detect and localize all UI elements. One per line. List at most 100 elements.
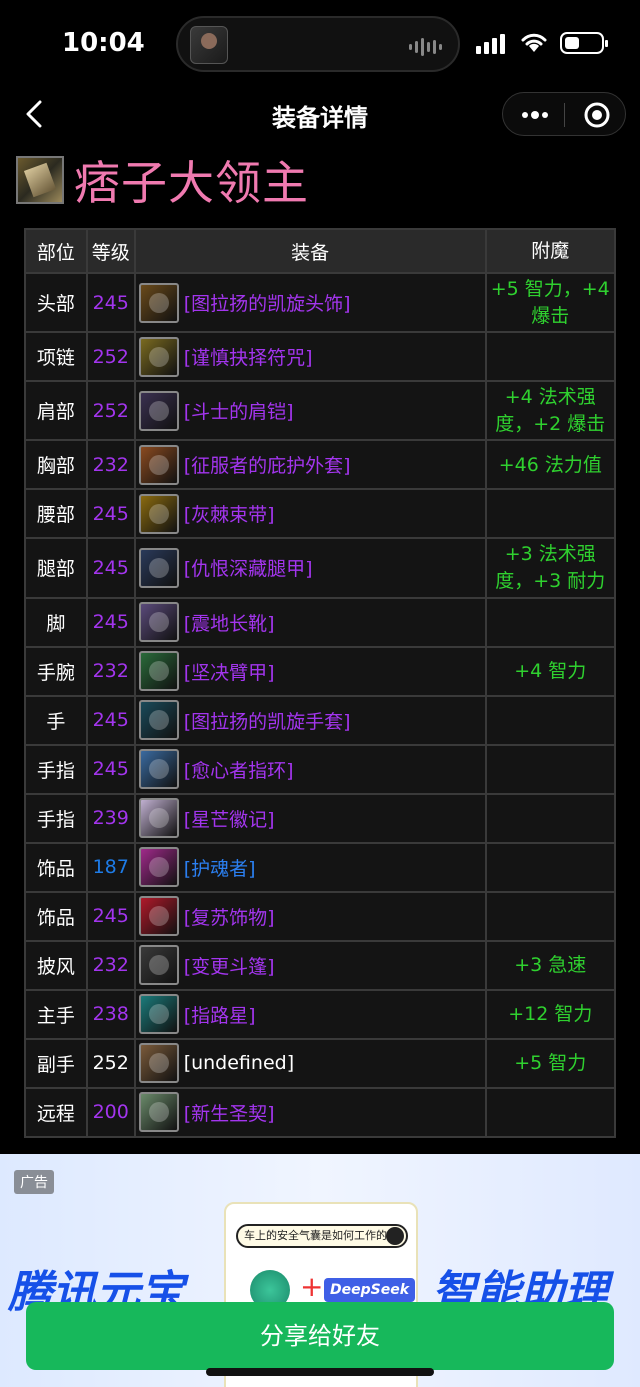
item-name[interactable]: [图拉扬的凯旋手套] (184, 707, 351, 734)
status-time: 10:04 (62, 28, 145, 58)
item-name[interactable]: [复苏饰物] (184, 903, 275, 930)
gear-enchant (484, 890, 617, 942)
gear-item-cell: [愈心者指环] (133, 743, 487, 795)
item-icon (138, 700, 179, 741)
gear-slot: 腰部 (24, 488, 88, 540)
gear-level: 238 (85, 988, 136, 1040)
gear-row: 饰品 187 [护魂者] (24, 841, 617, 893)
ad-label[interactable]: 广告 (14, 1170, 54, 1194)
status-bar: 10:04 (0, 0, 640, 88)
more-icon[interactable] (519, 103, 551, 127)
item-name[interactable]: [灰棘束带] (184, 500, 275, 527)
item-name[interactable]: [新生圣契] (184, 1099, 275, 1126)
search-icon (386, 1227, 404, 1245)
gear-row: 胸部 232 [征服者的庇护外套] +46 法力值 (24, 439, 617, 491)
item-name[interactable]: [护魂者] (184, 854, 256, 881)
gear-level: 245 (85, 271, 136, 334)
gear-enchant: +46 法力值 (484, 439, 617, 491)
gear-level: 232 (85, 939, 136, 991)
gear-item[interactable]: [灰棘束带] (136, 493, 485, 534)
gear-item[interactable]: [复苏饰物] (136, 896, 485, 937)
gear-enchant (484, 743, 617, 795)
gear-slot: 脚 (24, 596, 88, 648)
gear-slot: 主手 (24, 988, 88, 1040)
gear-item[interactable]: [图拉扬的凯旋手套] (136, 700, 485, 741)
gear-item[interactable]: [仇恨深藏腿甲] (136, 547, 485, 588)
deepseek-logo: DeepSeek (324, 1278, 416, 1302)
item-icon (138, 896, 179, 937)
mini-program-capsule (502, 92, 626, 136)
gear-item-cell: [震地长靴] (133, 596, 487, 648)
gear-item-cell: [复苏饰物] (133, 890, 487, 942)
gear-item-cell: [斗士的肩铠] (133, 380, 487, 442)
item-name[interactable]: [坚决臂甲] (184, 658, 275, 685)
gear-item[interactable]: [指路星] (136, 994, 485, 1035)
gear-item[interactable]: [变更斗篷] (136, 945, 485, 986)
gear-item[interactable]: [震地长靴] (136, 602, 485, 643)
gear-level: 245 (85, 488, 136, 540)
gear-item[interactable]: [坚决臂甲] (136, 651, 485, 692)
item-name[interactable]: [愈心者指环] (184, 756, 294, 783)
header-level: 等级 (85, 228, 136, 274)
capsule-divider (564, 103, 565, 127)
gear-item-cell: [护魂者] (133, 841, 487, 893)
gear-level: 239 (85, 792, 136, 844)
gear-slot: 腿部 (24, 537, 88, 599)
dynamic-island (176, 16, 460, 72)
gear-item[interactable]: [护魂者] (136, 847, 485, 888)
gear-level: 252 (85, 331, 136, 383)
close-mini-program-icon[interactable] (583, 101, 611, 129)
item-name[interactable]: [图拉扬的凯旋头饰] (184, 289, 351, 316)
gear-item[interactable]: [愈心者指环] (136, 749, 485, 790)
table-header-row: 部位 等级 装备 附魔 (24, 228, 617, 274)
gear-enchant: +3 急速 (484, 939, 617, 991)
gear-row: 手腕 232 [坚决臂甲] +4 智力 (24, 645, 617, 697)
gear-row: 项链 252 [谨慎抉择符咒] (24, 331, 617, 383)
item-icon (138, 444, 179, 485)
item-name[interactable]: [星芒徽记] (184, 805, 275, 832)
gear-enchant (484, 1086, 617, 1138)
item-name[interactable]: [谨慎抉择符咒] (184, 343, 313, 370)
gear-slot: 手 (24, 694, 88, 746)
gear-item-cell: [undefined] (133, 1037, 487, 1089)
header-item: 装备 (133, 228, 487, 274)
plus-icon: + (300, 1270, 324, 1303)
gear-enchant: +5 智力，+4 爆击 (484, 271, 617, 334)
gear-enchant: +4 法术强度，+2 爆击 (484, 380, 617, 442)
gear-enchant (484, 841, 617, 893)
gear-level: 245 (85, 537, 136, 599)
gear-item[interactable]: [谨慎抉择符咒] (136, 336, 485, 377)
gear-item[interactable]: [图拉扬的凯旋头饰] (136, 282, 485, 323)
item-name[interactable]: [斗士的肩铠] (184, 397, 294, 424)
gear-item[interactable]: [征服者的庇护外套] (136, 444, 485, 485)
gear-item[interactable]: [新生圣契] (136, 1092, 485, 1133)
gear-level: 200 (85, 1086, 136, 1138)
item-name[interactable]: [征服者的庇护外套] (184, 451, 351, 478)
gear-item-cell: [新生圣契] (133, 1086, 487, 1138)
item-name[interactable]: [undefined] (184, 1052, 294, 1074)
item-name[interactable]: [仇恨深藏腿甲] (184, 554, 313, 581)
gear-enchant: +5 智力 (484, 1037, 617, 1089)
battery-icon (560, 32, 608, 54)
gear-item[interactable]: [undefined] (136, 1043, 485, 1084)
gear-item-cell: [图拉扬的凯旋头饰] (133, 271, 487, 334)
gear-row: 手 245 [图拉扬的凯旋手套] (24, 694, 617, 746)
gear-enchant (484, 331, 617, 383)
gear-level: 245 (85, 743, 136, 795)
item-icon (138, 1043, 179, 1084)
ad-search-box: 车上的安全气囊是如何工作的 (236, 1224, 408, 1248)
gear-slot: 手指 (24, 792, 88, 844)
gear-slot: 远程 (24, 1086, 88, 1138)
gear-enchant: +3 法术强度，+3 耐力 (484, 537, 617, 599)
gear-item[interactable]: [星芒徽记] (136, 798, 485, 839)
item-name[interactable]: [震地长靴] (184, 609, 275, 636)
gear-item-cell: [指路星] (133, 988, 487, 1040)
gear-item-cell: [坚决臂甲] (133, 645, 487, 697)
gear-row: 远程 200 [新生圣契] (24, 1086, 617, 1138)
item-name[interactable]: [指路星] (184, 1001, 256, 1028)
share-button[interactable]: 分享给好友 (26, 1302, 614, 1370)
header-enchant: 附魔 (484, 228, 617, 274)
item-name[interactable]: [变更斗篷] (184, 952, 275, 979)
gear-level: 252 (85, 1037, 136, 1089)
gear-item[interactable]: [斗士的肩铠] (136, 390, 485, 431)
